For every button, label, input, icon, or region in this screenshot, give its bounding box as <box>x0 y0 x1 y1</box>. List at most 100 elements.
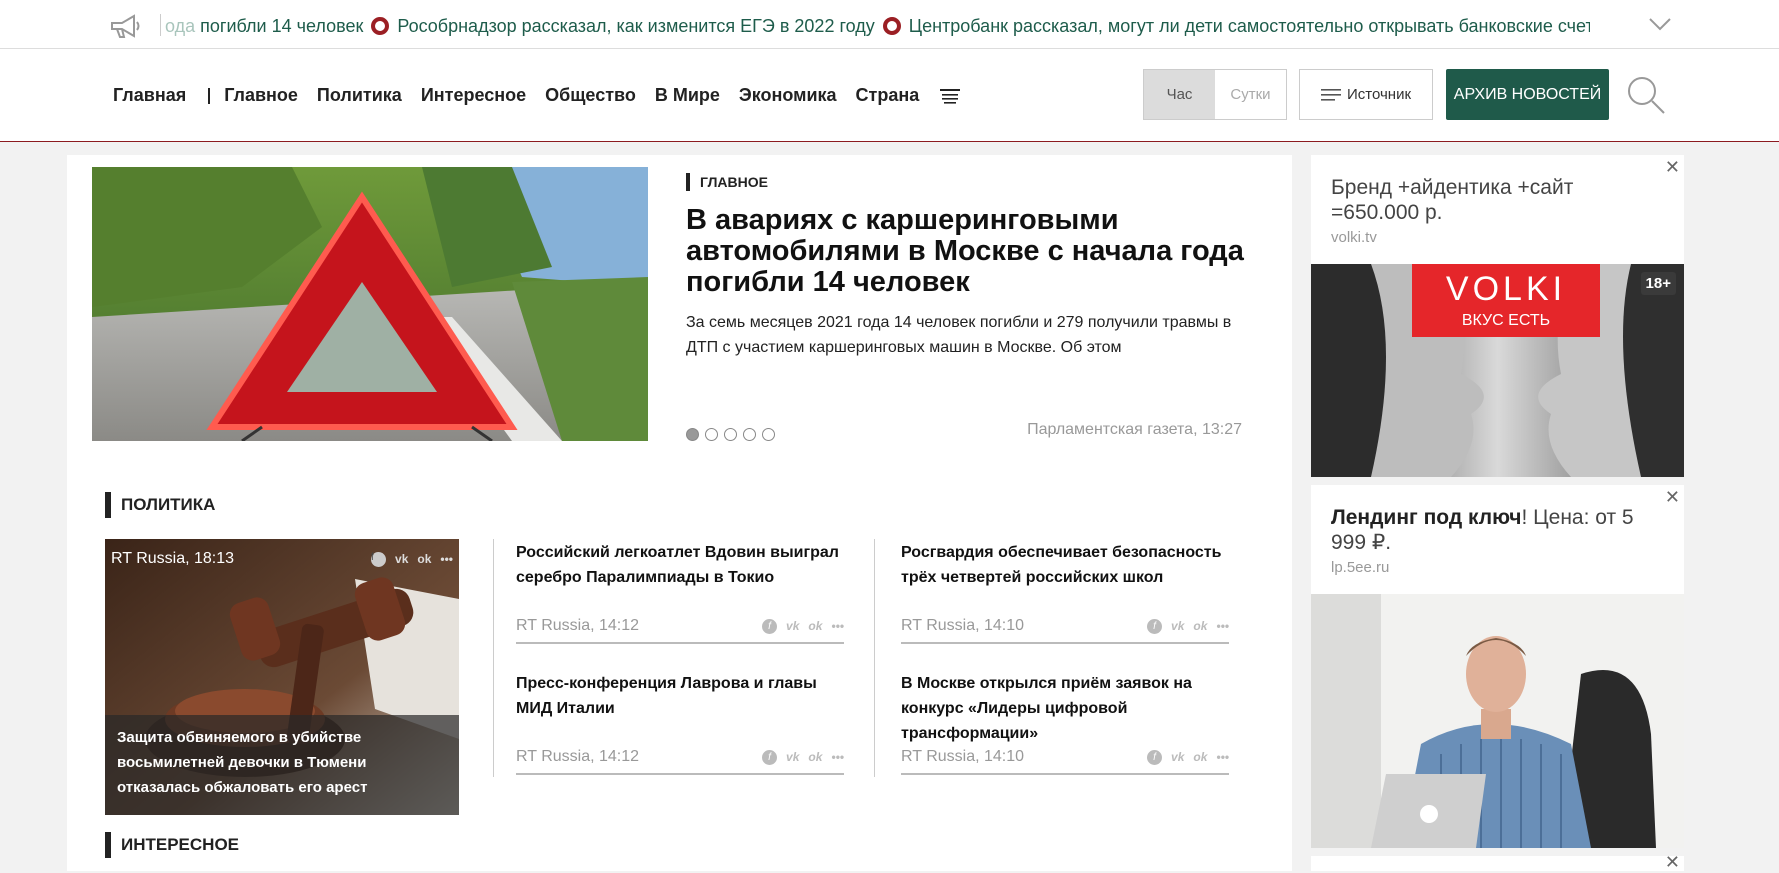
vk-icon[interactable]: vk <box>1171 750 1184 764</box>
ticker-item[interactable]: погибли 14 человек <box>200 16 363 36</box>
ad-banner[interactable] <box>1311 594 1684 848</box>
search-icon[interactable] <box>1626 75 1666 115</box>
odnoklassniki-icon[interactable]: ok <box>808 619 822 633</box>
vk-icon[interactable]: vk <box>395 552 408 566</box>
vk-icon[interactable]: vk <box>786 750 799 764</box>
slider-dot[interactable] <box>743 428 756 441</box>
site-header: Главная Главное Политика Интересное Обще… <box>0 49 1779 142</box>
ad-block[interactable]: ✕ Бренд +айдентика +сайт =650.000 р. vol… <box>1311 155 1684 477</box>
ad-banner[interactable]: VOLKI ВКУС ЕСТЬ 18+ <box>1311 264 1684 477</box>
article-source[interactable]: RT Russia, 14:12 <box>516 617 639 635</box>
column-divider <box>874 539 875 777</box>
column-divider <box>493 539 494 777</box>
ad-block[interactable]: ✕ Лендинг под ключ! Цена: от 5 999 ₽. lp… <box>1311 485 1684 848</box>
ticker-item[interactable]: Рособрнадзор рассказал, как изменится ЕГ… <box>397 16 874 36</box>
nav-item-economy[interactable]: Экономика <box>739 85 837 106</box>
news-ticker: ода погибли 14 человек Рособрнадзор расск… <box>0 0 1779 49</box>
ad-domain[interactable]: lp.5ee.ru <box>1311 555 1684 576</box>
facebook-icon[interactable]: f <box>1147 749 1163 765</box>
facebook-icon[interactable]: f <box>371 551 387 567</box>
more-icon[interactable]: ••• <box>831 750 844 764</box>
hero-tag[interactable]: ГЛАВНОЕ <box>686 173 1246 191</box>
featured-meta: RT Russia, 18:13 f vk ok ••• <box>105 539 459 579</box>
ticker-item[interactable]: Центробанк рассказал, могут ли дети само… <box>909 16 1590 36</box>
nav-divider <box>208 87 211 104</box>
news-archive-button[interactable]: АРХИВ НОВОСТЕЙ <box>1446 69 1609 120</box>
hero-source[interactable]: Парламентская газета, 13:27 <box>1027 421 1242 439</box>
ad-text-bold: Лендинг под ключ <box>1331 506 1522 529</box>
ad-text[interactable]: Бренд +айдентика +сайт =650.000 р. <box>1311 155 1684 225</box>
vk-icon[interactable]: vk <box>1171 619 1184 633</box>
facebook-icon[interactable]: f <box>1147 618 1163 634</box>
age-badge: 18+ <box>1640 272 1676 295</box>
featured-article[interactable]: RT Russia, 18:13 f vk ok ••• Защита обви… <box>105 539 459 815</box>
main-nav: Главная Главное Политика Интересное Обще… <box>113 49 961 142</box>
ticker-separator-icon <box>371 17 390 35</box>
article-source[interactable]: RT Russia, 14:12 <box>516 748 639 766</box>
article-title[interactable]: Российский легкоатлет Вдовин выиграл сер… <box>516 540 844 610</box>
nav-item-main[interactable]: Главное <box>224 85 298 106</box>
period-day-button[interactable]: Сутки <box>1215 70 1286 119</box>
section-title-interesting[interactable]: ИНТЕРЕСНОЕ <box>105 832 239 858</box>
article-meta: RT Russia, 14:12 f vk ok ••• <box>516 610 844 644</box>
article-card[interactable]: В Москве открылся приём заявок на конкур… <box>901 671 1229 775</box>
facebook-icon[interactable]: f <box>762 618 778 634</box>
article-title[interactable]: Пресс-конференция Лаврова и главы МИД Ит… <box>516 671 844 741</box>
megaphone-icon[interactable] <box>108 12 142 40</box>
ad-text[interactable]: Лендинг под ключ! Цена: от 5 999 ₽. <box>1311 485 1684 555</box>
article-source[interactable]: RT Russia, 14:10 <box>901 617 1024 635</box>
odnoklassniki-icon[interactable]: ok <box>1193 750 1207 764</box>
article-title[interactable]: Росгвардия обеспечивает безопасность трё… <box>901 540 1229 610</box>
more-icon[interactable]: ••• <box>831 619 844 633</box>
nav-item-politics[interactable]: Политика <box>317 85 402 106</box>
slider-dot[interactable] <box>686 428 699 441</box>
hero-text: ГЛАВНОЕ В авариях с каршеринговыми автом… <box>686 173 1246 360</box>
facebook-icon[interactable]: f <box>762 749 778 765</box>
section-title-politics[interactable]: ПОЛИТИКА <box>105 492 215 518</box>
nav-item-interesting[interactable]: Интересное <box>421 85 526 106</box>
more-icon[interactable]: ••• <box>1216 750 1229 764</box>
close-icon[interactable]: ✕ <box>1665 487 1680 508</box>
vk-icon[interactable]: vk <box>786 619 799 633</box>
slider-dot[interactable] <box>762 428 775 441</box>
nav-item-world[interactable]: В Мире <box>655 85 720 106</box>
chevron-down-icon[interactable] <box>1648 17 1672 31</box>
nav-item-home[interactable]: Главная <box>113 85 186 106</box>
ad-domain[interactable]: volki.tv <box>1311 225 1684 246</box>
section-marker <box>105 832 111 858</box>
odnoklassniki-icon[interactable]: ok <box>1193 619 1207 633</box>
nav-item-society[interactable]: Общество <box>545 85 636 106</box>
article-source[interactable]: RT Russia, 14:10 <box>901 748 1024 766</box>
hero-lead: За семь месяцев 2021 года 14 человек пог… <box>686 314 1232 356</box>
featured-source[interactable]: RT Russia, 18:13 <box>111 550 234 568</box>
slider-dot[interactable] <box>705 428 718 441</box>
section-title-label: ПОЛИТИКА <box>121 495 216 514</box>
ad-block[interactable]: ✕ <box>1311 852 1684 872</box>
hero-image[interactable] <box>92 167 648 441</box>
main-content: ГЛАВНОЕ В авариях с каршеринговыми автом… <box>67 155 1292 871</box>
article-card[interactable]: Российский легкоатлет Вдовин выиграл сер… <box>516 540 844 644</box>
featured-caption[interactable]: Защита обвиняемого в убийстве восьмилетн… <box>105 715 459 815</box>
period-hour-button[interactable]: Час <box>1144 70 1215 119</box>
more-icon[interactable]: ••• <box>1216 619 1229 633</box>
more-icon[interactable]: ••• <box>440 552 453 566</box>
close-icon[interactable]: ✕ <box>1665 852 1680 873</box>
odnoklassniki-icon[interactable]: ok <box>417 552 431 566</box>
article-meta: RT Russia, 14:10 f vk ok ••• <box>901 610 1229 644</box>
man-laptop-photo <box>1311 594 1684 848</box>
slider-dot[interactable] <box>724 428 737 441</box>
section-title-label: ИНТЕРЕСНОЕ <box>121 835 240 854</box>
close-icon[interactable]: ✕ <box>1665 157 1680 178</box>
tag-marker <box>686 173 690 191</box>
article-title[interactable]: В Москве открылся приём заявок на конкур… <box>901 671 1229 742</box>
menu-icon[interactable] <box>940 88 961 104</box>
source-filter-button[interactable]: Источник <box>1299 69 1433 120</box>
nav-item-country[interactable]: Страна <box>856 85 920 106</box>
article-card[interactable]: Росгвардия обеспечивает безопасность трё… <box>901 540 1229 644</box>
hero-title[interactable]: В авариях с каршеринговыми автомобилями … <box>686 205 1246 298</box>
article-meta: RT Russia, 14:12 f vk ok ••• <box>516 741 844 775</box>
ad-banner-slogan: ВКУС ЕСТЬ <box>1461 312 1551 329</box>
article-card[interactable]: Пресс-конференция Лаврова и главы МИД Ит… <box>516 671 844 775</box>
odnoklassniki-icon[interactable]: ok <box>808 750 822 764</box>
hero-tag-label: ГЛАВНОЕ <box>700 174 768 190</box>
